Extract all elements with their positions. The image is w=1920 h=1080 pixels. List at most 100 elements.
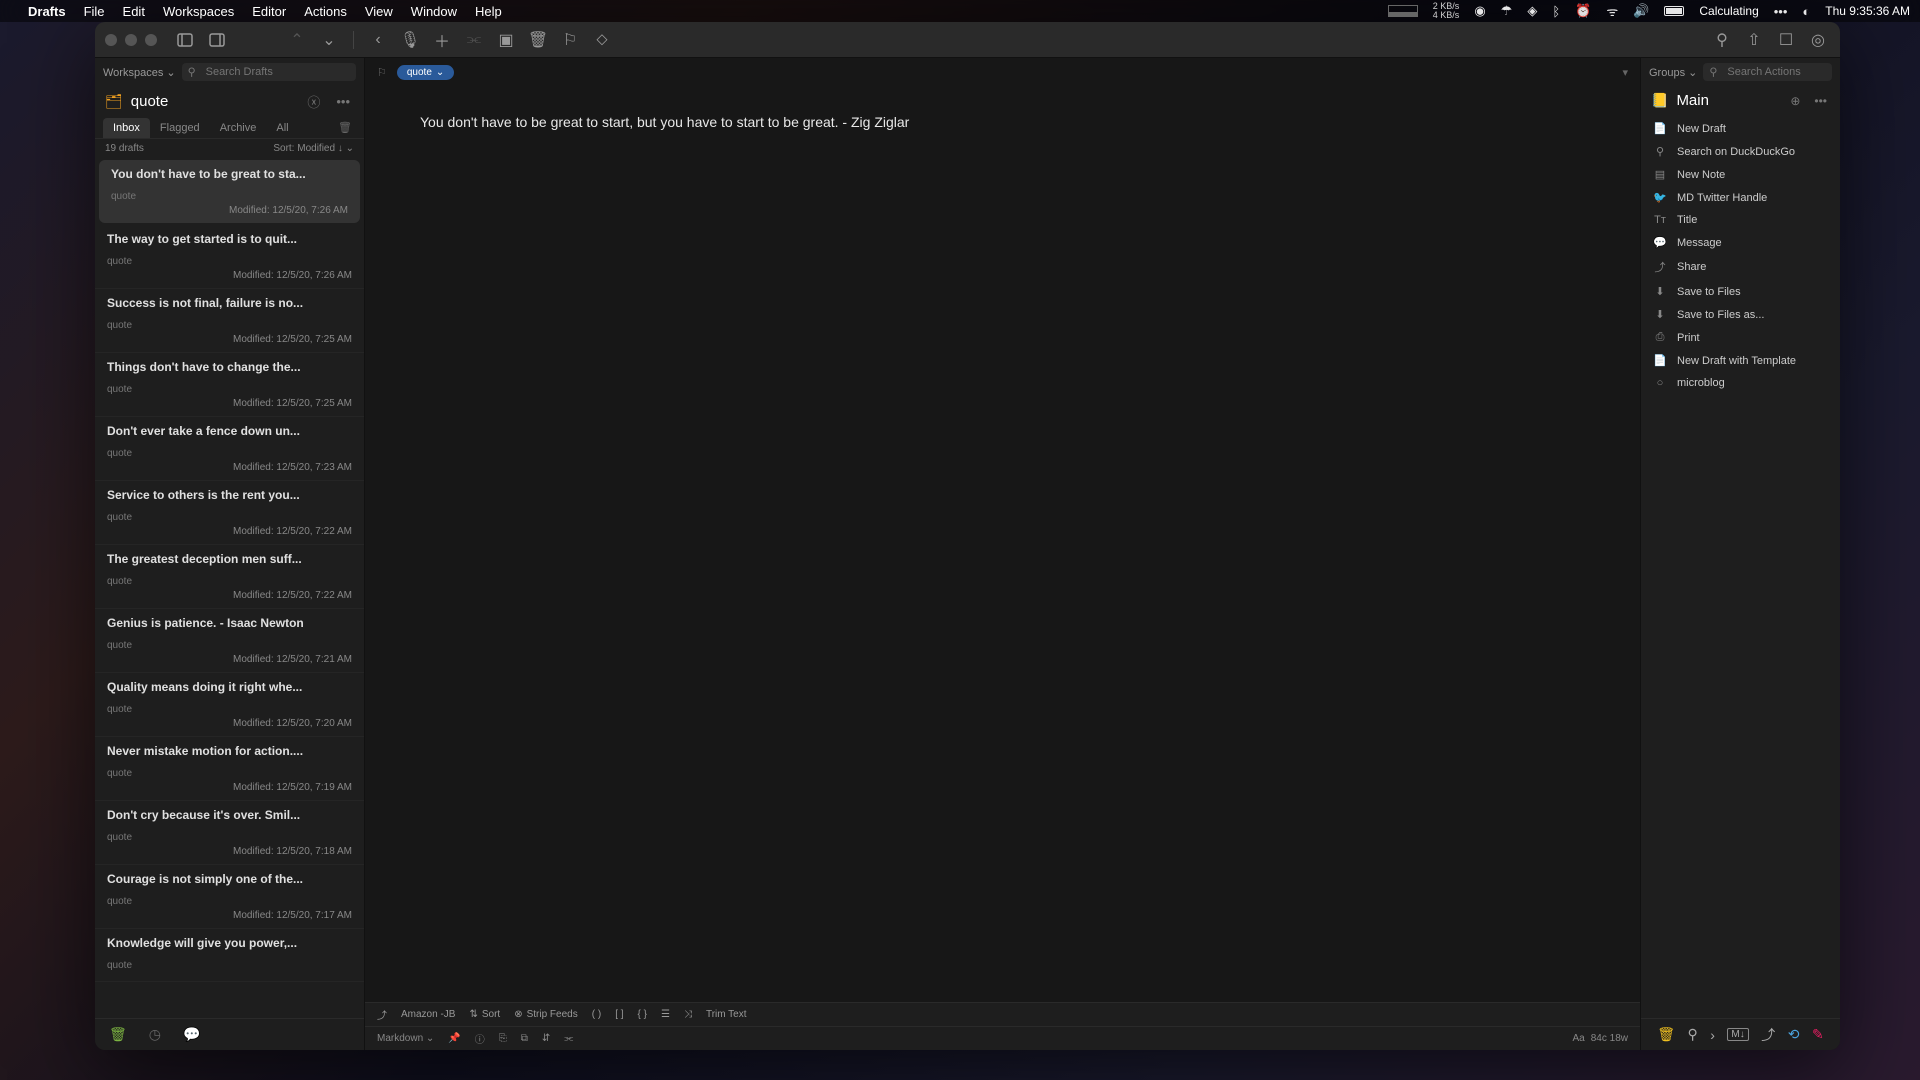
action-search-icon[interactable]: ⚲ <box>1688 1026 1698 1043</box>
copy-icon[interactable]: ⧉ <box>521 1033 528 1044</box>
draft-content[interactable]: You don't have to be great to start, but… <box>420 111 1585 133</box>
editor-body[interactable]: You don't have to be great to start, but… <box>365 86 1640 1002</box>
action-forward-icon[interactable]: › <box>1710 1027 1715 1043</box>
more-icon[interactable]: ••• <box>1774 4 1788 19</box>
bluetooth-icon[interactable]: ᛒ <box>1552 4 1560 19</box>
actions-search-input[interactable] <box>1703 63 1832 81</box>
syntax-dropdown[interactable]: Markdown ⌄ <box>377 1033 434 1044</box>
tab-all[interactable]: All <box>266 118 298 138</box>
more-options-icon[interactable]: ••• <box>332 94 354 109</box>
alarm-icon[interactable]: ⏰ <box>1575 3 1591 19</box>
menu-workspaces[interactable]: Workspaces <box>163 4 234 19</box>
action-share-icon[interactable]: ⤴ <box>1761 1025 1775 1045</box>
action-item[interactable]: ▤New Note <box>1641 163 1840 186</box>
link-mode-icon[interactable]: ⫘ <box>564 1033 573 1044</box>
new-draft-icon[interactable]: ＋ <box>430 28 454 52</box>
draft-list[interactable]: You don't have to be great to sta... quo… <box>95 158 364 1018</box>
menu-file[interactable]: File <box>84 4 105 19</box>
highlight-icon[interactable]: ✎ <box>1812 1026 1824 1043</box>
export-icon[interactable]: ⎘ <box>499 1033 507 1044</box>
action-item[interactable]: TтTitle <box>1641 209 1840 231</box>
sidebar-right-toggle-icon[interactable] <box>205 28 229 52</box>
trim-text-action[interactable]: Trim Text <box>706 1009 747 1020</box>
action-item[interactable]: ⎙Print <box>1641 326 1840 349</box>
nav-down-icon[interactable]: ⌄ <box>317 28 341 52</box>
sidebar-left-toggle-icon[interactable] <box>173 28 197 52</box>
clock[interactable]: Thu 9:35:36 AM <box>1825 4 1910 18</box>
flag-icon[interactable]: ⚐ <box>558 28 582 52</box>
flag-toggle-icon[interactable]: ⚐ <box>377 66 387 79</box>
umbrella-icon[interactable]: ☂ <box>1501 3 1513 19</box>
brace-action[interactable]: { } <box>638 1009 647 1020</box>
draft-list-item[interactable]: Knowledge will give you power,... quote <box>95 929 364 982</box>
sync-icon[interactable]: ⟲ <box>1788 1026 1800 1043</box>
record-icon[interactable]: ◉ <box>1474 3 1485 19</box>
draft-list-item[interactable]: The way to get started is to quit... quo… <box>95 225 364 289</box>
sort-action[interactable]: ⇅ Sort <box>469 1009 500 1020</box>
inbox-status-icon[interactable]: 🗑 <box>109 1026 127 1043</box>
paren-action[interactable]: ( ) <box>592 1009 601 1020</box>
strip-feeds-action[interactable]: ⊗ Strip Feeds <box>514 1009 578 1020</box>
action-trash-icon[interactable]: 🗑 <box>1657 1026 1675 1043</box>
list-action-icon[interactable]: ☰ <box>661 1009 670 1020</box>
minimize-window-icon[interactable] <box>125 34 137 46</box>
panel-icon[interactable]: ☐ <box>1774 28 1798 52</box>
drafts-search-input[interactable] <box>182 63 356 81</box>
share-action-icon[interactable]: ⤴ <box>377 1007 387 1022</box>
draft-list-item[interactable]: Service to others is the rent you... quo… <box>95 481 364 545</box>
action-item[interactable]: 📄New Draft with Template <box>1641 349 1840 372</box>
siri-icon[interactable]: ◐ <box>1802 4 1810 19</box>
menu-help[interactable]: Help <box>475 4 502 19</box>
draft-list-item[interactable]: The greatest deception men suff... quote… <box>95 545 364 609</box>
trash-icon[interactable]: 🗑 <box>526 28 550 52</box>
nav-up-icon[interactable]: ⌃ <box>285 28 309 52</box>
archive-icon[interactable]: ▣ <box>494 28 518 52</box>
mic-icon[interactable]: 🎙 <box>398 28 422 52</box>
tab-flagged[interactable]: Flagged <box>150 118 210 138</box>
info-icon[interactable]: ⓘ <box>475 1031 485 1046</box>
tab-archive[interactable]: Archive <box>210 118 267 138</box>
draft-list-item[interactable]: Don't cry because it's over. Smil... quo… <box>95 801 364 865</box>
action-item[interactable]: ⚲Search on DuckDuckGo <box>1641 140 1840 163</box>
menu-edit[interactable]: Edit <box>123 4 145 19</box>
link-icon[interactable]: ⫘ <box>462 28 486 52</box>
action-item[interactable]: 📄New Draft <box>1641 117 1840 140</box>
new-action-icon[interactable]: ⊕ <box>1787 94 1803 108</box>
menu-window[interactable]: Window <box>411 4 457 19</box>
zoom-window-icon[interactable] <box>145 34 157 46</box>
draft-list-item[interactable]: You don't have to be great to sta... quo… <box>99 160 360 223</box>
search-icon[interactable]: ⚲ <box>1710 28 1734 52</box>
battery-icon[interactable] <box>1664 6 1684 16</box>
menu-view[interactable]: View <box>365 4 393 19</box>
action-item[interactable]: ⬇Save to Files as... <box>1641 303 1840 326</box>
menu-actions[interactable]: Actions <box>304 4 347 19</box>
volume-icon[interactable]: 🔊 <box>1633 3 1649 19</box>
clear-icon[interactable]: ⓧ <box>303 92 324 111</box>
action-item[interactable]: 🐦MD Twitter Handle <box>1641 186 1840 209</box>
more-actions-icon[interactable]: ••• <box>1811 94 1830 108</box>
trash-tab-icon[interactable]: 🗑 <box>334 117 356 138</box>
status-text[interactable]: Calculating <box>1699 4 1758 18</box>
wifi-icon[interactable]: ᯤ <box>1606 2 1618 20</box>
workspaces-dropdown[interactable]: Workspaces ⌄ <box>103 66 176 79</box>
action-item[interactable]: ⬇Save to Files <box>1641 280 1840 303</box>
action-item[interactable]: 💬Message <box>1641 231 1840 254</box>
dropbox-icon[interactable]: ◈ <box>1527 3 1537 19</box>
font-button[interactable]: Aa <box>1573 1033 1585 1044</box>
shuffle-action-icon[interactable]: ⤨ <box>684 1009 692 1020</box>
nav-back-icon[interactable]: ‹ <box>366 28 390 52</box>
draft-list-item[interactable]: Genius is patience. - Isaac Newton quote… <box>95 609 364 673</box>
draft-list-item[interactable]: Success is not final, failure is no... q… <box>95 289 364 353</box>
draft-list-item[interactable]: Courage is not simply one of the... quot… <box>95 865 364 929</box>
traffic-lights[interactable] <box>105 34 157 46</box>
arrange-icon[interactable]: ⇵ <box>542 1033 550 1044</box>
pin-icon[interactable]: 📌 <box>448 1033 460 1044</box>
istat-graph-icon[interactable] <box>1388 5 1418 17</box>
draft-list-item[interactable]: Quality means doing it right whe... quot… <box>95 673 364 737</box>
close-window-icon[interactable] <box>105 34 117 46</box>
focus-icon[interactable]: ◎ <box>1806 28 1830 52</box>
bracket-action[interactable]: [ ] <box>615 1009 623 1020</box>
draft-tag-pill[interactable]: quote ⌄ <box>397 65 454 80</box>
sort-dropdown[interactable]: Sort: Modified ↓ ⌄ <box>273 143 354 154</box>
action-item[interactable]: ⤴Share <box>1641 254 1840 280</box>
